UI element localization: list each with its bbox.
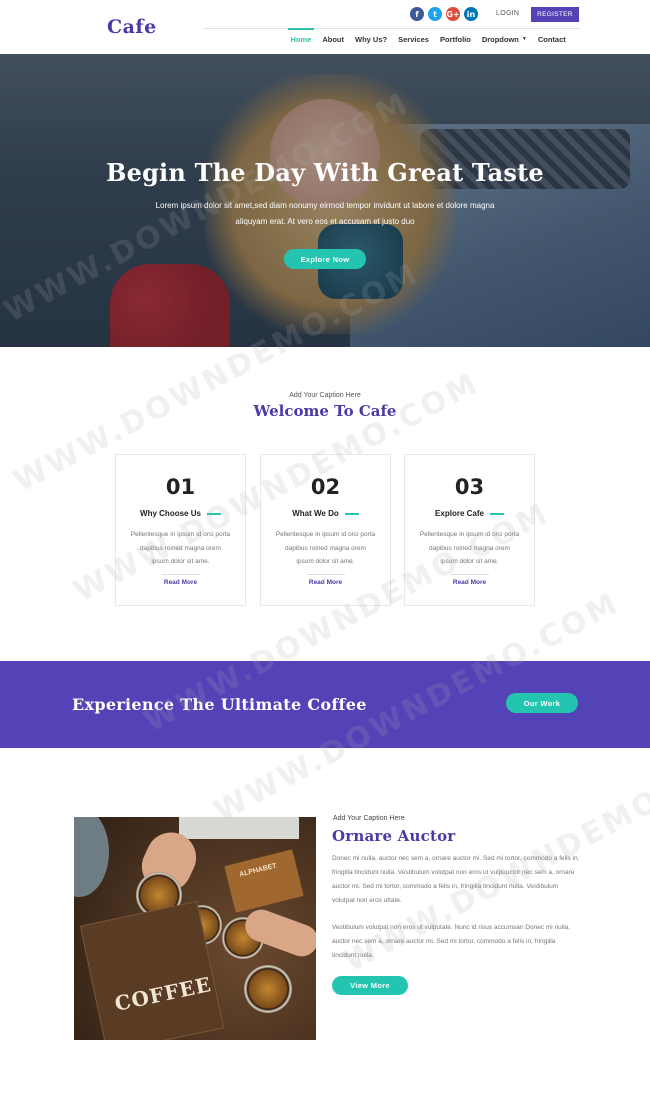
card-title-text: Why Choose Us <box>140 509 201 518</box>
nav-divider <box>203 28 580 29</box>
read-more-link[interactable]: Read More <box>116 579 245 586</box>
card-title-text: Explore Cafe <box>435 509 484 518</box>
feature-card: 03 Explore Cafe Pellentesque in ipsum id… <box>404 454 535 606</box>
our-work-button[interactable]: Our Work <box>506 693 578 713</box>
about-paragraph: Vestibulum volutpat non eros ut vulputat… <box>332 924 571 959</box>
login-link[interactable]: LOGIN <box>496 10 519 17</box>
site-logo[interactable]: Cafe <box>107 16 157 38</box>
nav-item-about[interactable]: About <box>317 30 350 48</box>
card-title-text: What We Do <box>292 509 339 518</box>
photo-paper <box>179 817 299 839</box>
photo-cup <box>244 965 292 1013</box>
card-text: Pellentesque in ipsum id orci porta dapi… <box>275 531 376 565</box>
card-text: Pellentesque in ipsum id orci porta dapi… <box>130 531 231 565</box>
feature-card: 01 Why Choose Us Pellentesque in ipsum i… <box>115 454 246 606</box>
about-caption: Add Your Caption Here <box>333 815 405 822</box>
social-links: f t G+ in <box>410 7 478 21</box>
cta-banner: Experience The Ultimate Coffee Our Work <box>0 661 650 748</box>
explore-now-button[interactable]: Explore Now <box>284 249 366 269</box>
welcome-title: Welcome To Cafe <box>253 402 397 420</box>
about-title: Ornare Auctor <box>332 827 456 845</box>
nav-item-why-us[interactable]: Why Us? <box>350 30 393 48</box>
accent-bar <box>489 512 504 515</box>
nav-item-portfolio[interactable]: Portfolio <box>434 30 476 48</box>
card-number: 01 <box>165 475 196 499</box>
nav-item-dropdown-label: Dropdown <box>481 34 519 44</box>
chevron-down-icon: ▼ <box>521 36 527 42</box>
site-header: Cafe f t G+ in LOGIN REGISTER Home About… <box>0 0 650 54</box>
facebook-icon[interactable]: f <box>410 7 424 21</box>
nav-item-dropdown[interactable]: Dropdown ▼ <box>476 30 532 48</box>
main-nav: Home About Why Us? Services Portfolio Dr… <box>285 28 571 48</box>
linkedin-icon[interactable]: in <box>464 7 478 21</box>
card-number: 03 <box>454 475 485 499</box>
view-more-button[interactable]: View More <box>332 976 408 995</box>
banner-title: Experience The Ultimate Coffee <box>72 695 367 714</box>
feature-card: 02 What We Do Pellentesque in ipsum id o… <box>260 454 391 606</box>
hero-banner: Begin The Day With Great Taste Lorem ips… <box>0 54 650 347</box>
welcome-caption: Add Your Caption Here <box>289 392 361 399</box>
accent-bar <box>206 512 221 515</box>
twitter-icon[interactable]: t <box>428 7 442 21</box>
hero-text: Lorem ipsum dolor sit amet,sed diam nonu… <box>155 201 495 226</box>
register-button[interactable]: REGISTER <box>531 7 579 22</box>
read-more-link[interactable]: Read More <box>405 579 534 586</box>
card-divider <box>161 573 200 575</box>
photo-plate <box>74 817 109 897</box>
nav-item-contact[interactable]: Contact <box>532 30 571 48</box>
read-more-link[interactable]: Read More <box>261 579 390 586</box>
card-divider <box>306 573 345 575</box>
photo-card <box>224 849 304 913</box>
accent-bar <box>344 512 359 515</box>
card-title: Explore Cafe <box>405 509 534 518</box>
card-title: Why Choose Us <box>116 509 245 518</box>
card-divider <box>450 573 489 575</box>
nav-item-home[interactable]: Home <box>285 28 317 48</box>
coffee-photo: ALPHABET COFFEE <box>74 817 316 1040</box>
nav-item-services[interactable]: Services <box>393 30 435 48</box>
card-title: What We Do <box>261 509 390 518</box>
hero-title: Begin The Day With Great Taste <box>106 158 544 187</box>
google-plus-icon[interactable]: G+ <box>446 7 460 21</box>
card-number: 02 <box>310 475 341 499</box>
card-text: Pellentesque in ipsum id orci porta dapi… <box>419 531 520 565</box>
about-paragraph: Donec mi nulla, auctor nec sem a, ornare… <box>332 855 580 904</box>
